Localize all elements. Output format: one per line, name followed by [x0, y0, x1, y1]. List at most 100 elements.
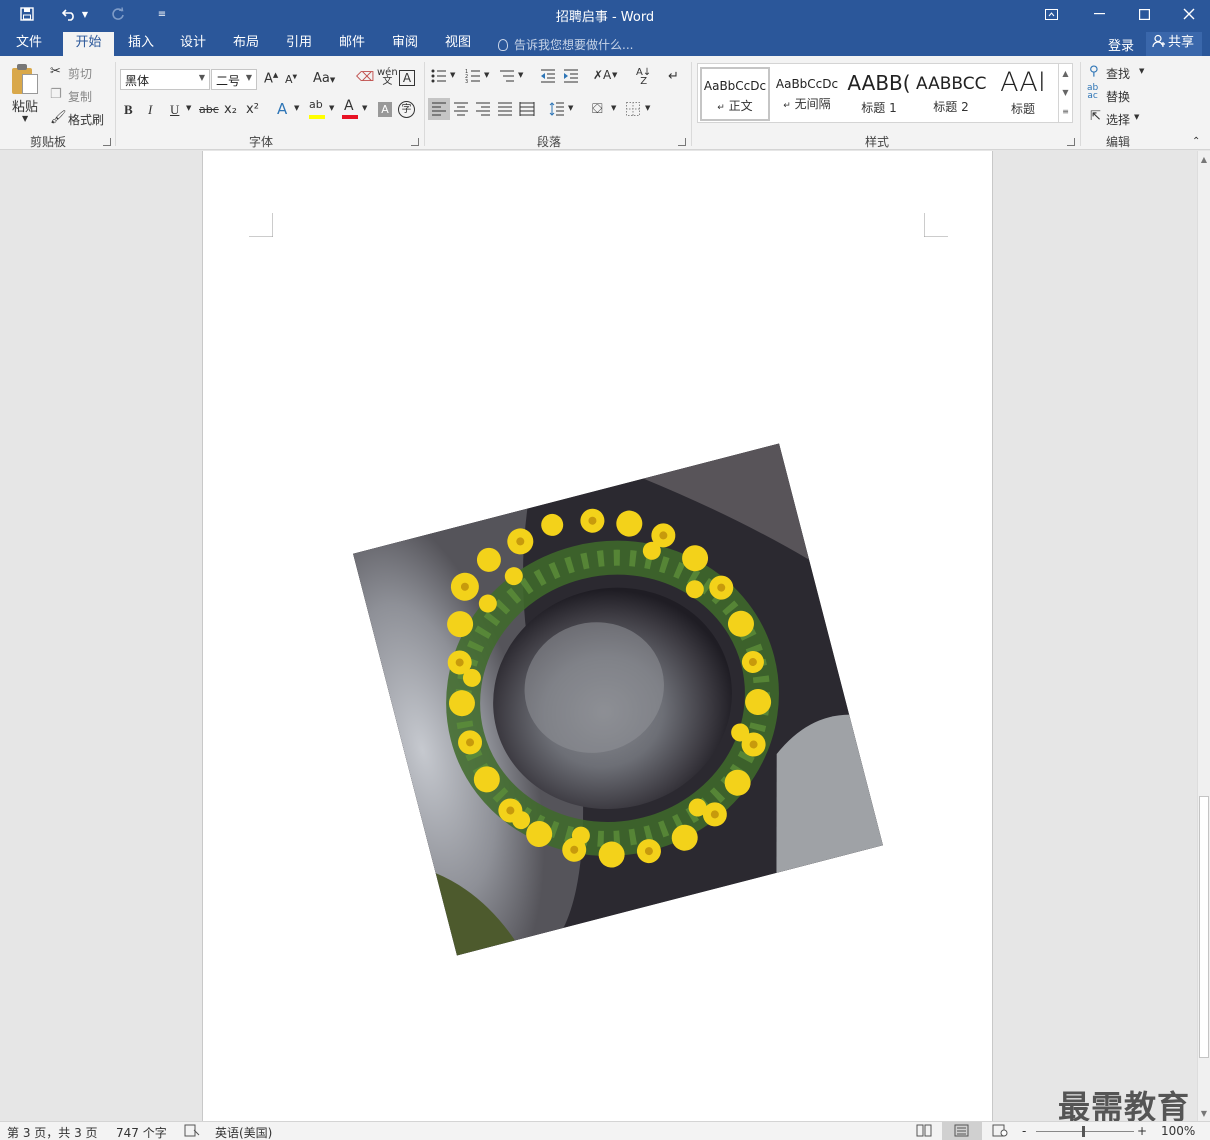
decrease-indent-icon[interactable] [540, 69, 556, 87]
line-spacing-dropdown-icon[interactable]: ▼ [568, 104, 573, 112]
scrollbar-thumb[interactable] [1199, 796, 1209, 1058]
phonetic-guide-icon[interactable]: wén 文 [377, 68, 398, 87]
login-link[interactable]: 登录 [1108, 35, 1134, 54]
language[interactable]: 英语(美国) [215, 1124, 272, 1140]
justify-icon[interactable] [497, 102, 513, 120]
enclose-char-icon[interactable]: 字 [398, 101, 415, 118]
borders-dropdown-icon[interactable]: ▼ [645, 104, 650, 112]
bullets-icon[interactable] [431, 69, 447, 87]
format-painter-button[interactable]: 格式刷 [68, 111, 104, 128]
maximize-icon[interactable] [1121, 0, 1167, 28]
font-size-combo[interactable]: 二号 ▼ [211, 69, 257, 90]
clipboard-launcher-icon[interactable] [103, 138, 111, 146]
strikethrough-button[interactable]: abc [199, 103, 219, 116]
tell-me-box[interactable]: 告诉我您想要做什么... [498, 36, 633, 53]
subscript-button[interactable]: x₂ [224, 102, 237, 117]
tab-mailings[interactable]: 邮件 [331, 32, 373, 56]
style-no-spacing[interactable]: AaBbCcDc ↵ 无间隔 [772, 67, 842, 121]
select-dropdown-icon[interactable]: ▼ [1134, 113, 1139, 121]
clear-format-icon[interactable]: ⌫ [356, 70, 374, 85]
show-marks-icon[interactable]: ↵ [668, 69, 679, 84]
zoom-slider-track[interactable] [1036, 1131, 1134, 1132]
tab-review[interactable]: 审阅 [384, 32, 426, 56]
gallery-more-icon[interactable]: ≡ [1059, 102, 1072, 121]
numbering-dropdown-icon[interactable]: ▼ [484, 71, 489, 79]
sort-icon[interactable]: A↓ Z [636, 68, 651, 87]
ribbon-display-icon[interactable] [1028, 0, 1074, 28]
highlight-icon[interactable]: ab [309, 98, 323, 111]
paste-icon[interactable] [12, 64, 40, 94]
line-spacing-icon[interactable] [549, 102, 565, 120]
gallery-up-icon[interactable]: ▲ [1059, 64, 1072, 83]
collapse-ribbon-icon[interactable]: ⌃ [1192, 136, 1200, 147]
scroll-down-icon[interactable]: ▼ [1198, 1109, 1210, 1118]
change-case-icon[interactable]: Aa▼ [313, 71, 335, 86]
scroll-up-icon[interactable]: ▲ [1198, 155, 1210, 164]
increase-indent-icon[interactable] [563, 69, 579, 87]
style-title[interactable]: AAI 标题 [988, 67, 1058, 121]
underline-button[interactable]: U [170, 102, 179, 118]
replace-button[interactable]: 替换 [1106, 88, 1130, 105]
char-shading-icon[interactable]: A [378, 102, 392, 117]
tab-view[interactable]: 视图 [437, 32, 479, 56]
shading-icon[interactable]: ⛋ [592, 101, 603, 117]
text-effects-dropdown-icon[interactable]: ▼ [294, 104, 299, 112]
bullets-dropdown-icon[interactable]: ▼ [450, 71, 455, 79]
numbering-icon[interactable]: 123 [465, 69, 481, 87]
shrink-font-icon[interactable]: A▼ [285, 73, 297, 86]
italic-button[interactable]: I [148, 102, 152, 118]
vertical-scrollbar[interactable]: ▲ ▼ [1197, 151, 1210, 1121]
zoom-out-button[interactable]: - [1022, 1124, 1026, 1138]
font-launcher-icon[interactable] [411, 138, 419, 146]
bold-button[interactable]: B [124, 102, 133, 118]
cut-button[interactable]: 剪切 [68, 65, 92, 82]
read-mode-icon[interactable] [916, 1124, 932, 1140]
close-icon[interactable] [1166, 0, 1210, 28]
tab-file[interactable]: 文件 [8, 32, 50, 56]
find-dropdown-icon[interactable]: ▼ [1139, 67, 1144, 75]
zoom-in-button[interactable]: + [1137, 1124, 1147, 1138]
multilevel-dropdown-icon[interactable]: ▼ [518, 71, 523, 79]
styles-launcher-icon[interactable] [1067, 138, 1075, 146]
tab-design[interactable]: 设计 [172, 32, 214, 56]
align-right-icon[interactable] [475, 102, 491, 120]
gallery-down-icon[interactable]: ▼ [1059, 83, 1072, 102]
tab-home[interactable]: 开始 [63, 32, 114, 56]
page-count[interactable]: 第 3 页，共 3 页 [7, 1124, 98, 1140]
find-button[interactable]: 查找 [1106, 65, 1130, 82]
copy-button[interactable]: 复制 [68, 88, 92, 105]
tab-references[interactable]: 引用 [278, 32, 320, 56]
borders-icon[interactable] [626, 102, 640, 120]
chinese-layout-icon[interactable]: ✗A [593, 68, 611, 82]
align-left-icon[interactable] [431, 102, 447, 120]
paste-dropdown-icon[interactable]: ▼ [22, 114, 28, 123]
highlight-dropdown-icon[interactable]: ▼ [329, 104, 334, 112]
tab-layout[interactable]: 布局 [225, 32, 267, 56]
style-heading-1[interactable]: AABB( 标题 1 [844, 67, 914, 121]
word-count[interactable]: 747 个字 [116, 1124, 167, 1140]
multilevel-list-icon[interactable] [499, 69, 515, 87]
style-heading-2[interactable]: AABBCC 标题 2 [916, 67, 986, 121]
minimize-icon[interactable] [1076, 0, 1122, 28]
align-center-icon[interactable] [453, 102, 469, 120]
zoom-slider-knob[interactable] [1082, 1126, 1085, 1137]
proofing-icon[interactable] [184, 1124, 200, 1140]
distributed-icon[interactable] [519, 102, 535, 120]
text-effects-icon[interactable]: A [277, 100, 287, 118]
grow-font-icon[interactable]: A▲ [264, 71, 278, 86]
paste-button[interactable]: 粘贴 [12, 96, 38, 115]
select-button[interactable]: 选择 [1106, 111, 1130, 128]
font-color-icon[interactable]: A [344, 98, 354, 114]
chinese-layout-dropdown-icon[interactable]: ▼ [612, 71, 617, 79]
paragraph-launcher-icon[interactable] [678, 138, 686, 146]
superscript-button[interactable]: x² [246, 102, 259, 117]
style-normal[interactable]: AaBbCcDc ↵ 正文 [700, 67, 770, 121]
font-name-combo[interactable]: 黑体 ▼ [120, 69, 210, 90]
char-border-icon[interactable]: A [399, 70, 415, 86]
shading-dropdown-icon[interactable]: ▼ [611, 104, 616, 112]
zoom-level[interactable]: 100% [1161, 1124, 1195, 1138]
tab-insert[interactable]: 插入 [120, 32, 162, 56]
share-button[interactable]: 共享 [1146, 32, 1202, 56]
font-color-dropdown-icon[interactable]: ▼ [362, 104, 367, 112]
underline-dropdown-icon[interactable]: ▼ [186, 104, 191, 112]
